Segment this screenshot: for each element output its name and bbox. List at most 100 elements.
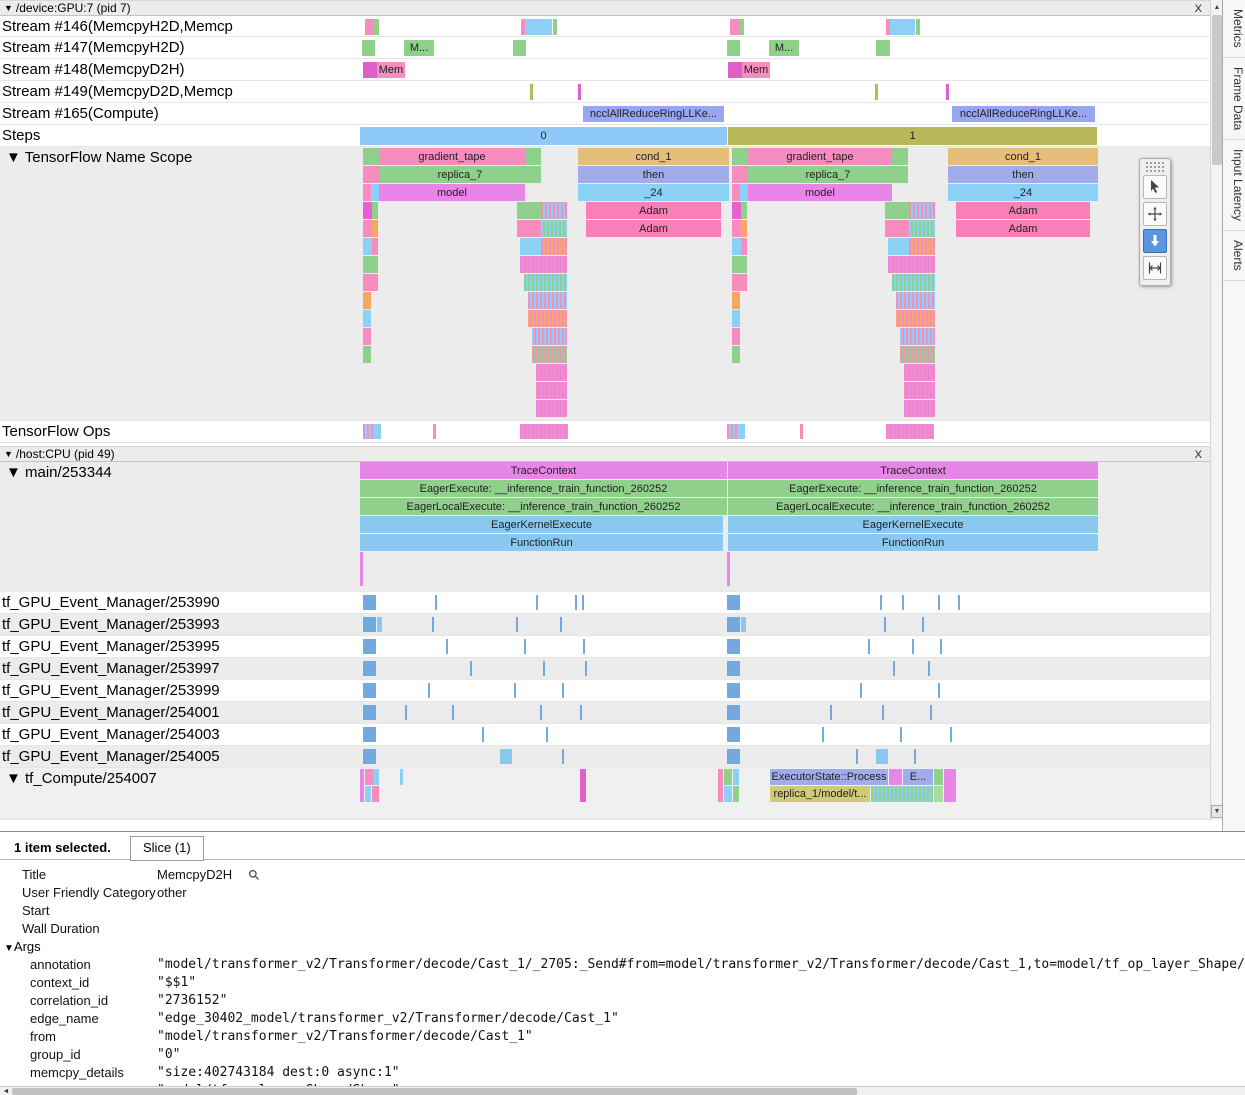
trace-event[interactable] bbox=[524, 639, 526, 654]
trace-event[interactable] bbox=[513, 40, 526, 56]
trace-event[interactable] bbox=[373, 424, 381, 439]
trace-event[interactable] bbox=[900, 346, 935, 363]
trace-event[interactable] bbox=[365, 19, 374, 35]
trace-event[interactable] bbox=[372, 786, 379, 802]
trace-event[interactable] bbox=[856, 749, 858, 764]
side-tab-metrics[interactable]: Metrics bbox=[1223, 0, 1245, 58]
trace-event[interactable] bbox=[922, 617, 924, 632]
trace-event[interactable] bbox=[405, 705, 407, 720]
trace-event[interactable] bbox=[934, 769, 943, 785]
trace-event[interactable]: gradient_tape bbox=[748, 148, 892, 165]
trace-event[interactable]: TraceContext bbox=[728, 462, 1098, 479]
trace-event[interactable] bbox=[888, 256, 935, 273]
trace-event[interactable] bbox=[930, 705, 932, 720]
trace-event[interactable] bbox=[727, 424, 737, 439]
trace-event[interactable]: EagerLocalExecute: __inference_train_fun… bbox=[360, 498, 727, 515]
trace-event[interactable] bbox=[520, 256, 567, 273]
trace-event[interactable] bbox=[580, 705, 582, 720]
trace-event[interactable] bbox=[360, 552, 363, 586]
trace-event[interactable] bbox=[363, 346, 371, 363]
trace-event[interactable] bbox=[727, 683, 740, 698]
trace-event[interactable] bbox=[934, 786, 943, 802]
vertical-scroll-thumb[interactable] bbox=[1212, 15, 1222, 165]
trace-event[interactable]: Mem bbox=[742, 62, 770, 78]
trace-event[interactable] bbox=[365, 786, 371, 802]
trace-event[interactable] bbox=[904, 364, 935, 381]
trace-event[interactable] bbox=[876, 749, 888, 764]
trace-event[interactable] bbox=[914, 749, 916, 764]
trace-event[interactable] bbox=[517, 202, 541, 219]
side-tab-input-latency[interactable]: Input Latency bbox=[1223, 140, 1245, 231]
trace-event[interactable] bbox=[800, 424, 803, 439]
trace-event[interactable] bbox=[528, 310, 567, 327]
trace-event[interactable]: Adam bbox=[586, 220, 721, 237]
trace-event[interactable] bbox=[536, 595, 538, 610]
trace-event[interactable] bbox=[889, 769, 902, 785]
trace-event[interactable] bbox=[888, 238, 909, 255]
trace-event[interactable] bbox=[902, 595, 904, 610]
trace-event[interactable] bbox=[363, 292, 371, 309]
trace-event[interactable] bbox=[363, 595, 376, 610]
trace-event[interactable] bbox=[452, 705, 454, 720]
trace-event[interactable] bbox=[928, 661, 930, 676]
trace-event[interactable] bbox=[882, 705, 884, 720]
trace-event[interactable] bbox=[871, 786, 933, 802]
trace-event[interactable]: replica_1/model/t... bbox=[770, 786, 870, 802]
vertical-scrollbar[interactable]: ▲ ▼ bbox=[1210, 0, 1222, 820]
trace-event[interactable] bbox=[727, 617, 740, 632]
trace-event[interactable] bbox=[741, 617, 746, 632]
trace-event[interactable] bbox=[363, 639, 376, 654]
trace-event[interactable] bbox=[944, 769, 956, 802]
trace-event[interactable]: EagerExecute: __inference_train_function… bbox=[360, 480, 727, 497]
trace-event[interactable] bbox=[482, 727, 484, 742]
trace-event[interactable]: EagerKernelExecute bbox=[360, 516, 723, 533]
cpu-process-header[interactable]: ▼/host:CPU (pid 49) X bbox=[0, 446, 1210, 462]
trace-event[interactable] bbox=[532, 346, 567, 363]
select-tool-button[interactable] bbox=[1143, 175, 1167, 199]
trace-event[interactable] bbox=[893, 661, 895, 676]
trace-event[interactable]: FunctionRun bbox=[728, 534, 1098, 551]
trace-event[interactable] bbox=[938, 595, 940, 610]
trace-event[interactable]: TraceContext bbox=[360, 462, 727, 479]
trace-event[interactable] bbox=[732, 148, 748, 165]
trace-event[interactable] bbox=[740, 184, 748, 201]
slice-tab[interactable]: Slice (1) bbox=[130, 836, 204, 861]
trace-event[interactable] bbox=[916, 19, 920, 35]
trace-event[interactable]: replica_7 bbox=[379, 166, 541, 183]
trace-event[interactable] bbox=[737, 424, 745, 439]
scroll-left-icon[interactable]: ◄ bbox=[1, 1087, 11, 1095]
side-tab-frame-data[interactable]: Frame Data bbox=[1223, 58, 1245, 140]
trace-event[interactable] bbox=[732, 274, 747, 291]
trace-event[interactable]: E... bbox=[903, 769, 933, 785]
trace-event[interactable] bbox=[363, 749, 376, 764]
timing-tool-button[interactable] bbox=[1143, 256, 1167, 280]
trace-event[interactable]: replica_7 bbox=[748, 166, 908, 183]
gpu-process-header[interactable]: ▼/device:GPU:7 (pid 7) X bbox=[0, 0, 1210, 16]
trace-event[interactable] bbox=[885, 202, 909, 219]
trace-event[interactable]: EagerExecute: __inference_train_function… bbox=[728, 480, 1098, 497]
trace-event[interactable]: model bbox=[748, 184, 892, 201]
trace-event[interactable] bbox=[372, 238, 378, 255]
zoom-tool-button[interactable] bbox=[1143, 229, 1167, 253]
trace-event[interactable] bbox=[517, 220, 541, 237]
trace-event[interactable] bbox=[732, 184, 740, 201]
trace-event[interactable] bbox=[741, 220, 747, 237]
trace-event[interactable] bbox=[909, 202, 935, 219]
trace-event[interactable] bbox=[363, 310, 371, 327]
trace-event[interactable]: ncclAllReduceRingLLKe... bbox=[952, 106, 1095, 122]
trace-event[interactable] bbox=[904, 382, 935, 399]
collapse-arrow-icon[interactable]: ▼ bbox=[4, 943, 14, 954]
trace-event[interactable] bbox=[363, 274, 378, 291]
trace-event[interactable]: Adam bbox=[956, 220, 1090, 237]
horizontal-scroll-thumb[interactable] bbox=[12, 1088, 857, 1095]
trace-event[interactable]: model bbox=[379, 184, 525, 201]
trace-event[interactable] bbox=[541, 238, 567, 255]
trace-event[interactable] bbox=[733, 786, 739, 802]
trace-event[interactable] bbox=[583, 639, 585, 654]
trace-event[interactable] bbox=[892, 274, 935, 291]
search-icon[interactable] bbox=[248, 868, 260, 884]
trace-event[interactable] bbox=[372, 220, 378, 237]
trace-event[interactable] bbox=[536, 382, 567, 399]
collapse-arrow-icon[interactable]: ▼ bbox=[4, 449, 13, 459]
trace-event[interactable] bbox=[880, 595, 882, 610]
